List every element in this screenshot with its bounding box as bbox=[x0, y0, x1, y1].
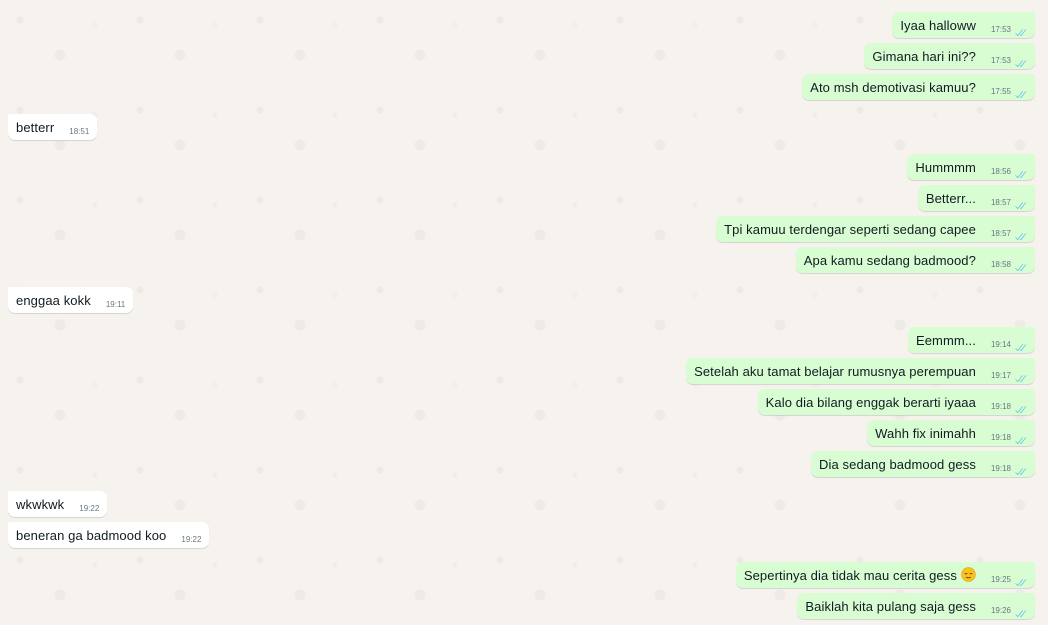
outgoing-message-bubble[interactable]: Dia sedang badmood gess 19:18 bbox=[811, 451, 1035, 477]
chat-message-list[interactable]: Iyaa halloww 17:53 Gimana hari ini?? 17:53 A… bbox=[0, 0, 1048, 625]
message-meta: 19:22 bbox=[181, 535, 201, 544]
double-check-icon bbox=[1014, 25, 1027, 36]
message-meta: 18:57 bbox=[990, 197, 1027, 209]
message-meta: 18:58 bbox=[990, 259, 1027, 271]
message-text: Setelah aku tamat belajar rumusnya perem… bbox=[694, 363, 976, 379]
message-meta: 19:17 bbox=[990, 370, 1027, 382]
message-meta: 19:25 bbox=[990, 574, 1027, 586]
message-meta: 19:18 bbox=[990, 463, 1027, 475]
double-check-icon bbox=[1014, 433, 1027, 444]
outgoing-message-bubble[interactable]: Apa kamu sedang badmood? 18:58 bbox=[795, 247, 1035, 273]
double-check-icon bbox=[1014, 87, 1027, 98]
message-time: 19:18 bbox=[990, 401, 1011, 411]
outgoing-message-bubble[interactable]: Ato msh demotivasi kamuu? 17:55 bbox=[802, 74, 1035, 100]
message-time: 18:57 bbox=[990, 197, 1011, 207]
double-check-icon bbox=[1014, 402, 1027, 413]
message-text: Betterr... bbox=[925, 190, 976, 206]
double-check-icon bbox=[1014, 340, 1027, 351]
message-text: Dia sedang badmood gess bbox=[819, 456, 976, 472]
message-text: betterr bbox=[16, 119, 55, 135]
relieved-face-icon bbox=[961, 566, 976, 582]
message-time: 19:18 bbox=[990, 432, 1011, 442]
message-text: Hummmm bbox=[915, 159, 976, 175]
message-time: 18:57 bbox=[990, 228, 1011, 238]
message-time: 19:25 bbox=[990, 574, 1011, 584]
message-meta: 18:51 bbox=[69, 127, 89, 136]
double-check-icon bbox=[1014, 56, 1027, 67]
message-text: beneran ga badmood koo bbox=[16, 527, 167, 543]
outgoing-message-bubble[interactable]: Gimana hari ini?? 17:53 bbox=[864, 43, 1035, 69]
message-text: enggaa kokk bbox=[16, 292, 91, 308]
message-meta: 19:26 bbox=[990, 605, 1027, 617]
message-text: Sepertinya dia tidak mau cerita gess bbox=[743, 567, 957, 583]
message-text: Tpi kamuu terdengar seperti sedang capee bbox=[724, 221, 976, 237]
message-time: 18:56 bbox=[990, 166, 1011, 176]
message-time: 19:17 bbox=[990, 370, 1011, 380]
message-meta: 17:55 bbox=[990, 86, 1027, 98]
message-text: Kalo dia bilang enggak berarti iyaaa bbox=[765, 394, 976, 410]
message-time: 19:11 bbox=[105, 299, 126, 309]
message-time: 18:58 bbox=[990, 259, 1011, 269]
message-time: 17:53 bbox=[990, 55, 1011, 65]
outgoing-message-bubble[interactable]: Baiklah kita pulang saja gess 19:26 bbox=[797, 593, 1035, 619]
message-meta: 19:18 bbox=[990, 401, 1027, 413]
message-time: 19:22 bbox=[79, 503, 100, 513]
message-meta: 17:53 bbox=[990, 55, 1027, 67]
double-check-icon bbox=[1014, 575, 1027, 586]
incoming-message-bubble[interactable]: beneran ga badmood koo 19:22 bbox=[8, 522, 210, 548]
message-text: Ato msh demotivasi kamuu? bbox=[810, 79, 976, 95]
double-check-icon bbox=[1014, 371, 1027, 382]
message-meta: 18:57 bbox=[990, 228, 1027, 240]
message-time: 19:26 bbox=[990, 605, 1011, 615]
message-time: 17:53 bbox=[990, 24, 1011, 34]
message-meta: 19:22 bbox=[79, 504, 99, 513]
outgoing-message-bubble[interactable]: Tpi kamuu terdengar seperti sedang capee… bbox=[716, 216, 1035, 242]
message-text: Baiklah kita pulang saja gess bbox=[805, 598, 976, 614]
outgoing-message-bubble[interactable]: Wahh fix inimahh 19:18 bbox=[867, 420, 1035, 446]
message-time: 19:14 bbox=[990, 339, 1011, 349]
incoming-message-bubble[interactable]: wkwkwk 19:22 bbox=[8, 491, 108, 517]
double-check-icon bbox=[1014, 198, 1027, 209]
message-meta: 19:14 bbox=[990, 339, 1027, 351]
message-meta: 17:53 bbox=[990, 24, 1027, 36]
outgoing-message-bubble[interactable]: Betterr... 18:57 bbox=[917, 185, 1035, 211]
message-time: 19:22 bbox=[181, 534, 202, 544]
message-time: 18:51 bbox=[69, 126, 90, 136]
outgoing-message-bubble[interactable]: Hummmm 18:56 bbox=[907, 154, 1035, 180]
double-check-icon bbox=[1014, 167, 1027, 178]
message-text: Eemmm... bbox=[915, 332, 976, 348]
message-meta: 19:18 bbox=[990, 432, 1027, 444]
message-time: 19:18 bbox=[990, 463, 1011, 473]
outgoing-message-bubble[interactable]: Kalo dia bilang enggak berarti iyaaa 19:1… bbox=[757, 389, 1035, 415]
outgoing-message-bubble[interactable]: Eemmm... 19:14 bbox=[907, 327, 1035, 353]
message-text: wkwkwk bbox=[16, 496, 65, 512]
message-meta: 19:11 bbox=[106, 300, 125, 309]
message-text: Gimana hari ini?? bbox=[872, 48, 976, 64]
double-check-icon bbox=[1014, 229, 1027, 240]
double-check-icon bbox=[1014, 260, 1027, 271]
double-check-icon bbox=[1014, 606, 1027, 617]
message-text: Apa kamu sedang badmood? bbox=[803, 252, 976, 268]
message-text: Iyaa halloww bbox=[900, 17, 976, 33]
message-text: Wahh fix inimahh bbox=[875, 425, 976, 441]
double-check-icon bbox=[1014, 464, 1027, 475]
outgoing-message-bubble[interactable]: Setelah aku tamat belajar rumusnya perem… bbox=[686, 358, 1035, 384]
message-meta: 18:56 bbox=[990, 166, 1027, 178]
message-time: 17:55 bbox=[990, 86, 1011, 96]
incoming-message-bubble[interactable]: betterr 18:51 bbox=[8, 114, 98, 140]
outgoing-message-bubble[interactable]: Sepertinya dia tidak mau cerita gess 19:2… bbox=[735, 562, 1035, 588]
outgoing-message-bubble[interactable]: Iyaa halloww 17:53 bbox=[892, 12, 1035, 38]
incoming-message-bubble[interactable]: enggaa kokk 19:11 bbox=[8, 287, 134, 313]
